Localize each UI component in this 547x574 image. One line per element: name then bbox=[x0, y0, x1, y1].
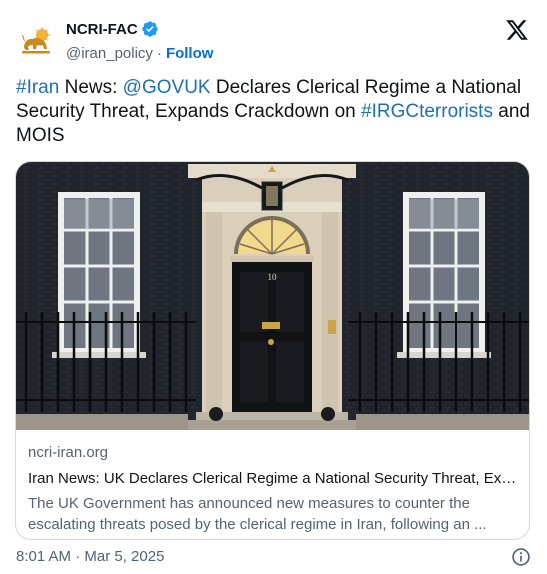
avatar[interactable] bbox=[16, 20, 56, 60]
info-icon[interactable] bbox=[511, 547, 531, 567]
hashtag-iran-link[interactable]: #Iran bbox=[16, 77, 59, 98]
door-surround: 10 bbox=[188, 164, 356, 430]
account-names: NCRI-FAC @iran_policy · Follow bbox=[66, 19, 213, 63]
mention-govuk-link[interactable]: @GOVUK bbox=[123, 77, 211, 98]
card-description: The UK Government has announced new meas… bbox=[28, 495, 487, 533]
tweet-footer: 8:01 AM · Mar 5, 2025 bbox=[16, 548, 531, 568]
lion-and-sun-emblem-icon bbox=[17, 21, 55, 59]
tweet-text: #Iran News: @GOVUK Declares Clerical Reg… bbox=[16, 76, 531, 148]
left-window bbox=[52, 192, 146, 358]
link-preview-card[interactable]: 10 ncri-iran.org Iran News: UK Declares … bbox=[15, 161, 530, 540]
display-name-row: NCRI-FAC bbox=[66, 19, 213, 39]
handle-row: @iran_policy · Follow bbox=[66, 43, 213, 63]
hashtag-irgc-link[interactable]: #IRGCterrorists bbox=[361, 101, 493, 122]
door-number: 10 bbox=[268, 272, 278, 282]
right-window bbox=[397, 192, 491, 358]
card-title[interactable]: Iran News: UK Declares Clerical Regime a… bbox=[28, 469, 518, 489]
card-domain: ncri-iran.org bbox=[28, 444, 109, 461]
tweet-text-part-1: News: bbox=[59, 77, 123, 98]
follow-button[interactable]: Follow bbox=[166, 45, 214, 62]
timestamp-link[interactable]: 8:01 AM · Mar 5, 2025 bbox=[16, 548, 164, 565]
card-image[interactable]: 10 bbox=[16, 162, 529, 430]
separator-dot: · bbox=[156, 44, 162, 62]
x-logo-icon[interactable] bbox=[505, 18, 529, 42]
verified-badge-icon bbox=[141, 21, 158, 37]
card-body: ncri-iran.org Iran News: UK Declares Cle… bbox=[28, 443, 518, 535]
tweet-header: NCRI-FAC @iran_policy · Follow bbox=[16, 16, 531, 64]
handle[interactable]: @iran_policy bbox=[66, 45, 153, 62]
tweet-embed: NCRI-FAC @iran_policy · Follow #Iran New… bbox=[0, 0, 547, 574]
display-name[interactable]: NCRI-FAC bbox=[66, 21, 138, 38]
